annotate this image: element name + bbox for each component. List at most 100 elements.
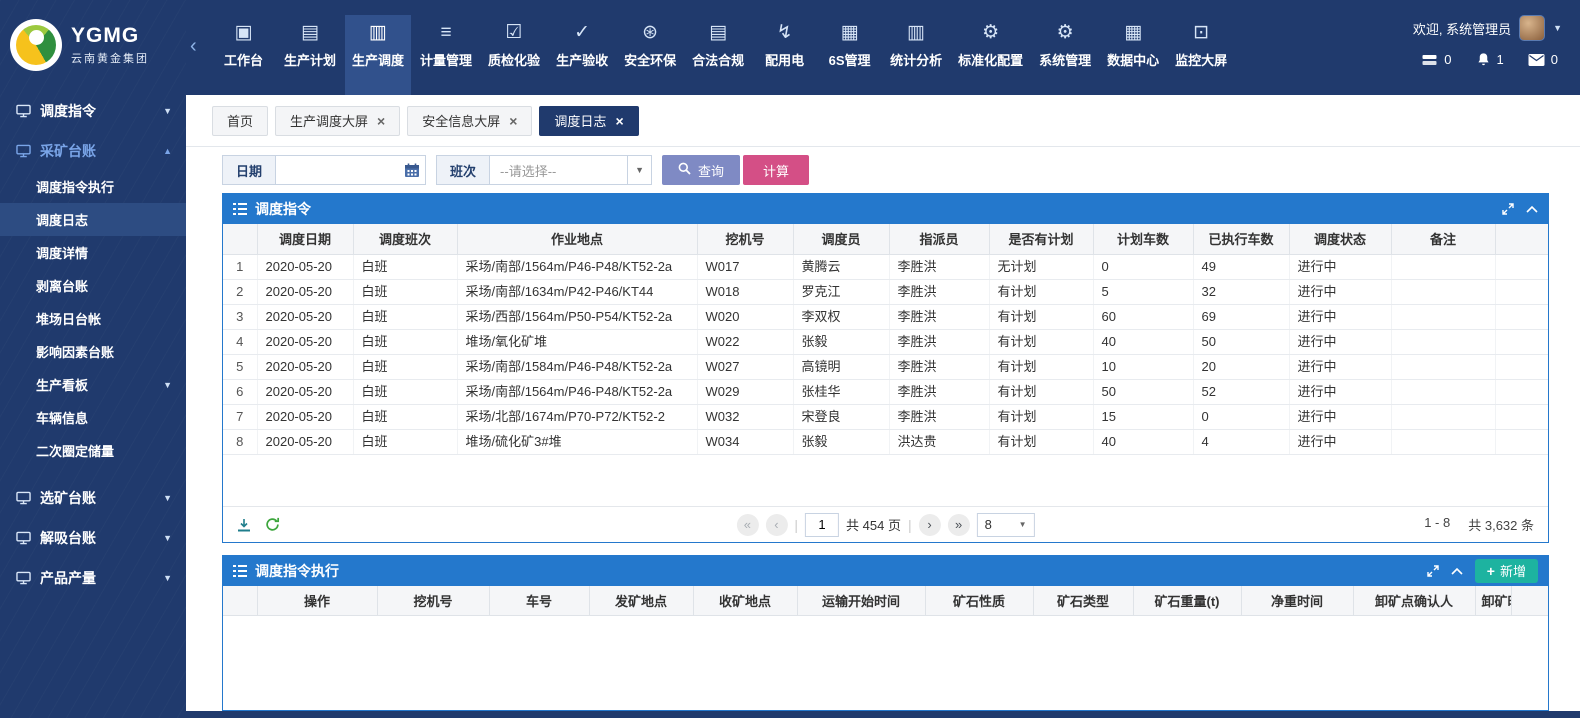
cell: 2020-05-20 — [257, 404, 353, 429]
cell: W022 — [697, 329, 793, 354]
sidebar-item[interactable]: 调度指令执行 — [0, 170, 186, 203]
tab[interactable]: 生产调度大屏× — [275, 106, 400, 136]
column-header: 运输开始时间 — [797, 586, 925, 616]
sidebar-group[interactable]: 解吸台账▼ — [0, 519, 186, 557]
topnav-item[interactable]: ▣工作台 — [212, 15, 275, 95]
column-header: 调度日期 — [257, 224, 353, 254]
topnav-item-label: 生产调度 — [352, 50, 404, 69]
cell: W020 — [697, 304, 793, 329]
close-icon[interactable]: × — [509, 114, 517, 128]
cell: 进行中 — [1289, 379, 1391, 404]
brand-subtitle: 云南黄金集团 — [71, 50, 149, 66]
topnav-item[interactable]: ▤生产计划 — [277, 15, 343, 95]
cell — [1391, 304, 1495, 329]
cell: 采场/南部/1584m/P46-P48/KT52-2a — [457, 354, 697, 379]
sidebar-group[interactable]: 调度指令▼ — [0, 92, 186, 130]
filter-bar: 日期 班次 --请选择-- ▼ 查询 计算 — [186, 147, 1580, 193]
calculate-button[interactable]: 计算 — [743, 155, 809, 185]
topnav-item[interactable]: ⊡监控大屏 — [1168, 15, 1234, 95]
message-cards-icon — [1421, 53, 1438, 67]
cell — [1391, 404, 1495, 429]
chevron-down-icon: ▼ — [627, 156, 651, 184]
mail-badge[interactable]: 0 — [1528, 52, 1558, 67]
column-header — [1512, 586, 1549, 616]
sidebar-item[interactable]: 堆场日台帐 — [0, 302, 186, 335]
sidebar-item[interactable]: 影响因素台账 — [0, 335, 186, 368]
topnav-item[interactable]: ▥生产调度 — [345, 15, 411, 95]
topnav-item[interactable]: ▤合法合规 — [685, 15, 751, 95]
topnav-item[interactable]: ▦数据中心 — [1100, 15, 1166, 95]
sidebar-group[interactable]: 选矿台账▼ — [0, 479, 186, 517]
topnav-item[interactable]: ≡计量管理 — [413, 15, 479, 95]
cell-spacer — [1495, 254, 1548, 279]
dispatch-row[interactable]: 72020-05-20白班采场/北部/1674m/P70-P72/KT52-2W… — [223, 404, 1548, 429]
sidebar-group[interactable]: 产品产量▼ — [0, 559, 186, 597]
first-page-button[interactable]: « — [736, 514, 758, 536]
topnav-item[interactable]: ⚙系统管理 — [1032, 15, 1098, 95]
expand-icon[interactable] — [1427, 565, 1439, 577]
sidebar: YGMG 云南黄金集团 调度指令▼采矿台账▲调度指令执行调度日志调度详情剥离台账… — [0, 0, 186, 718]
dispatch-row[interactable]: 52020-05-20白班采场/南部/1584m/P46-P48/KT52-2a… — [223, 354, 1548, 379]
add-button[interactable]: + 新增 — [1475, 559, 1538, 583]
topnav-item[interactable]: ⊛安全环保 — [617, 15, 683, 95]
topnav-item[interactable]: ▥统计分析 — [883, 15, 949, 95]
refresh-icon[interactable] — [265, 517, 280, 532]
last-page-button[interactable]: » — [948, 514, 970, 536]
sidebar-item[interactable]: 调度详情 — [0, 236, 186, 269]
calendar-icon[interactable] — [399, 163, 425, 178]
tab-bar: 首页生产调度大屏×安全信息大屏×调度日志× — [186, 95, 1580, 147]
query-button[interactable]: 查询 — [662, 155, 740, 185]
topnav-item[interactable]: ☑质检化验 — [481, 15, 547, 95]
tab[interactable]: 调度日志× — [539, 106, 638, 136]
topnav-item[interactable]: ⚙标准化配置 — [951, 15, 1030, 95]
sidebar-item[interactable]: 二次圈定储量 — [0, 434, 186, 467]
cell: W027 — [697, 354, 793, 379]
shift-select[interactable]: --请选择-- ▼ — [490, 155, 652, 185]
cell: 0 — [1193, 404, 1289, 429]
panel-tools: + 新增 — [1427, 559, 1538, 583]
topnav-item-label: 计量管理 — [420, 50, 472, 69]
monitor-screen-icon: ⊡ — [1193, 22, 1209, 44]
range-label: 1 - 8 — [1424, 515, 1450, 534]
chevron-down-icon[interactable]: ▼ — [1553, 23, 1562, 33]
user-area: 欢迎, 系统管理员 ▼ 0 1 0 — [1403, 0, 1580, 95]
page-size-select[interactable]: 8 ▼ — [977, 513, 1035, 537]
app-root: YGMG 云南黄金集团 调度指令▼采矿台账▲调度指令执行调度日志调度详情剥离台账… — [0, 0, 1580, 718]
dispatch-row[interactable]: 62020-05-20白班采场/南部/1564m/P46-P48/KT52-2a… — [223, 379, 1548, 404]
prev-page-button[interactable]: ‹ — [765, 514, 787, 536]
avatar[interactable] — [1519, 15, 1545, 41]
list-icon — [233, 565, 247, 577]
notification-badge[interactable]: 1 — [1476, 52, 1504, 67]
close-icon[interactable]: × — [377, 114, 385, 128]
topnav-item[interactable]: ✓生产验收 — [549, 15, 615, 95]
download-icon[interactable] — [237, 518, 251, 532]
cell: W032 — [697, 404, 793, 429]
dispatch-row[interactable]: 22020-05-20白班采场/南部/1634m/P42-P46/KT44W01… — [223, 279, 1548, 304]
dispatch-row[interactable]: 12020-05-20白班采场/南部/1564m/P46-P48/KT52-2a… — [223, 254, 1548, 279]
cell-spacer — [1495, 429, 1548, 454]
next-page-button[interactable]: › — [919, 514, 941, 536]
tab[interactable]: 首页 — [212, 106, 268, 136]
sidebar-item[interactable]: 调度日志 — [0, 203, 186, 236]
cell: W017 — [697, 254, 793, 279]
welcome-text: 欢迎, 系统管理员 — [1413, 19, 1511, 38]
topnav-item[interactable]: ▦6S管理 — [818, 15, 881, 95]
close-icon[interactable]: × — [615, 114, 623, 128]
sidebar-item[interactable]: 车辆信息 — [0, 401, 186, 434]
page-input[interactable] — [805, 513, 839, 537]
tab[interactable]: 安全信息大屏× — [407, 106, 532, 136]
sidebar-item[interactable]: 剥离台账 — [0, 269, 186, 302]
expand-icon[interactable] — [1502, 203, 1514, 215]
message-badge[interactable]: 0 — [1421, 52, 1451, 67]
collapse-panel-icon[interactable] — [1451, 567, 1463, 575]
sidebar-item[interactable]: 生产看板▼ — [0, 368, 186, 401]
dispatch-row[interactable]: 82020-05-20白班堆场/硫化矿3#堆W034张毅洪达贵有计划404进行中 — [223, 429, 1548, 454]
sidebar-group[interactable]: 采矿台账▲ — [0, 132, 186, 170]
date-input[interactable] — [276, 156, 399, 184]
sidebar-collapse-icon[interactable]: ‹ — [190, 36, 197, 56]
dispatch-row[interactable]: 32020-05-20白班采场/西部/1564m/P50-P54/KT52-2a… — [223, 304, 1548, 329]
collapse-panel-icon[interactable] — [1526, 205, 1538, 213]
sidebar-item-label: 生产看板 — [36, 375, 88, 394]
topnav-item[interactable]: ↯配用电 — [753, 15, 816, 95]
dispatch-row[interactable]: 42020-05-20白班堆场/氧化矿堆W022张毅李胜洪有计划4050进行中 — [223, 329, 1548, 354]
